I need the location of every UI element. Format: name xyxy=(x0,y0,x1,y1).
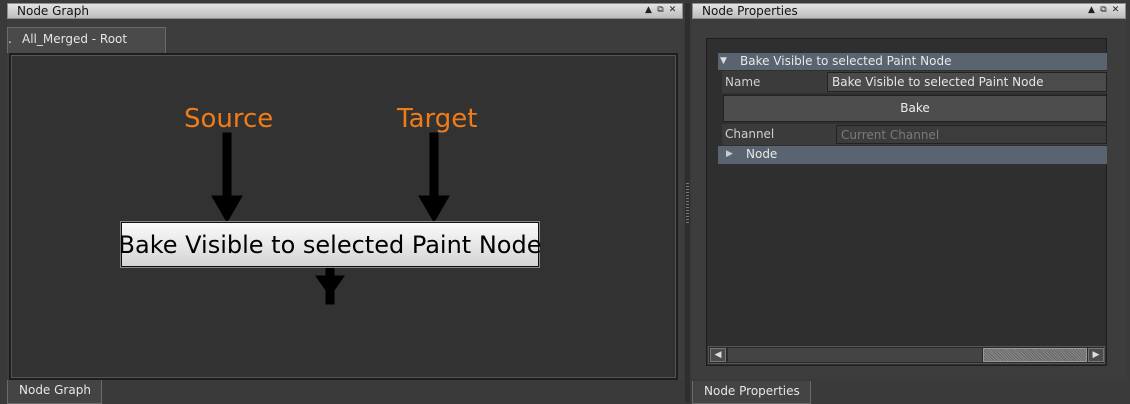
collapse-triangle-icon[interactable]: ▼ xyxy=(720,53,727,70)
scroll-track[interactable] xyxy=(728,348,982,362)
expand-triangle-icon[interactable]: ▶ xyxy=(726,146,733,163)
section-title: Bake Visible to selected Paint Node xyxy=(740,54,952,68)
source-arrow-head xyxy=(211,195,243,224)
channel-field[interactable]: Current Channel xyxy=(836,125,1107,144)
paint-node[interactable]: Bake Visible to selected Paint Node xyxy=(118,222,542,267)
splitter-grip xyxy=(686,183,689,223)
scroll-thumb[interactable] xyxy=(983,348,1087,362)
node-group-label: Node xyxy=(746,147,778,161)
name-field[interactable]: Bake Visible to selected Paint Node xyxy=(827,72,1107,92)
close-icon[interactable]: ✕ xyxy=(1110,5,1121,16)
node-properties-titlebar[interactable]: Node Properties ▲ ⧉ ✕ xyxy=(692,3,1126,19)
section-header[interactable]: ▼ Bake Visible to selected Paint Node xyxy=(718,53,1107,70)
target-arrow-shaft xyxy=(429,132,439,204)
bake-button[interactable]: Bake xyxy=(723,95,1107,122)
scroll-left-icon[interactable]: ◀ xyxy=(710,348,726,362)
output-arrow-head xyxy=(315,275,345,297)
bake-button-label: Bake xyxy=(900,101,930,115)
float-icon[interactable]: ⧉ xyxy=(1098,5,1109,16)
node-label: Bake Visible to selected Paint Node xyxy=(118,230,542,259)
tab-label: Node Properties xyxy=(704,384,800,398)
name-label: Name xyxy=(725,75,761,89)
panel-splitter[interactable] xyxy=(685,3,690,403)
horizontal-scrollbar[interactable]: ◀ ▶ xyxy=(708,346,1105,364)
connection-arrows xyxy=(211,132,450,305)
channel-label: Channel xyxy=(725,127,775,141)
target-arrow-head xyxy=(418,195,450,224)
source-arrow-shaft xyxy=(222,132,232,204)
tab-node-graph[interactable]: Node Graph xyxy=(7,380,102,404)
pin-icon[interactable]: ▲ xyxy=(1086,5,1097,16)
node-group-header[interactable]: ▶ Node xyxy=(718,146,1107,164)
tab-label: Node Graph xyxy=(19,383,91,397)
tab-node-properties[interactable]: Node Properties xyxy=(692,381,811,404)
panel-title: Node Properties xyxy=(702,4,798,18)
scroll-right-icon[interactable]: ▶ xyxy=(1088,348,1104,362)
